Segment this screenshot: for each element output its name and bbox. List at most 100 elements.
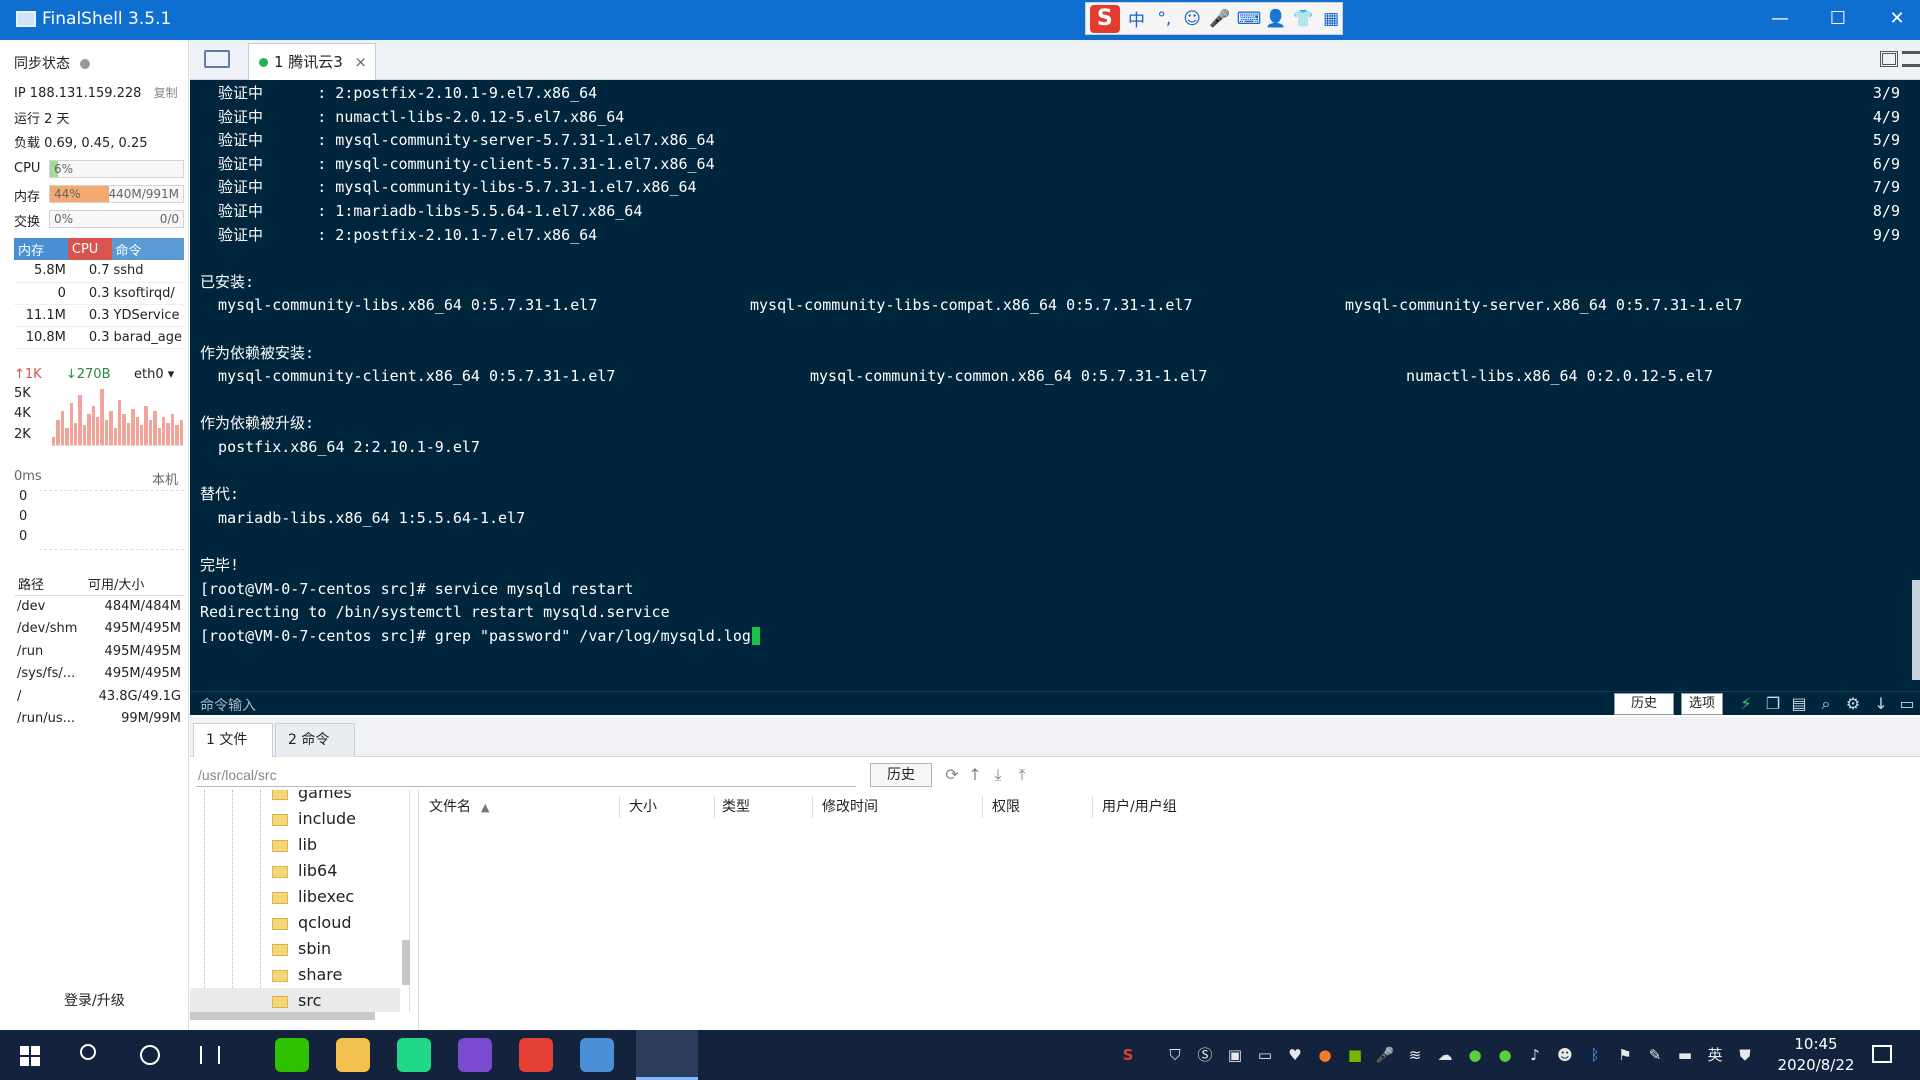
ime-keyboard-icon[interactable]: ⌨ <box>1237 9 1262 29</box>
chrome-app-icon[interactable] <box>519 1038 553 1072</box>
parent-dir-icon[interactable]: ↑ <box>965 765 985 785</box>
menu-icon[interactable] <box>1902 51 1920 67</box>
table-row[interactable]: /dev 484M/484M <box>14 595 184 618</box>
disk-header-path[interactable]: 路径 <box>14 573 84 596</box>
folder-open-icon[interactable] <box>204 50 230 68</box>
table-row[interactable]: 5.8M 0.7 sshd <box>14 260 184 283</box>
tray-input-icon[interactable]: 英 <box>1705 1045 1725 1065</box>
ime-voice-icon[interactable]: 🎤 <box>1209 9 1231 29</box>
tree-item-selected[interactable]: src <box>190 988 400 1012</box>
col-filename[interactable]: 文件名 ▲ <box>429 796 489 818</box>
search-icon[interactable]: ⌕ <box>1816 694 1836 714</box>
tree-item[interactable]: include <box>272 806 356 832</box>
tray-pen-icon[interactable]: ✎ <box>1645 1045 1665 1065</box>
copy-ip-link[interactable]: 复制 <box>154 86 178 100</box>
ime-user-icon[interactable]: 👤 <box>1265 9 1287 29</box>
layout-grid-icon[interactable] <box>1880 51 1898 67</box>
col-separator[interactable] <box>812 796 813 818</box>
tray-security-icon[interactable]: ⛊ <box>1735 1045 1755 1065</box>
tray-shield-icon[interactable]: ⛉ <box>1165 1045 1185 1065</box>
tray-app-icon[interactable]: ● <box>1315 1045 1335 1065</box>
login-upgrade-link[interactable]: 登录/升级 <box>64 990 125 1010</box>
tree-horizontal-scrollbar[interactable] <box>190 1012 375 1020</box>
path-history-button[interactable]: 历史 <box>870 763 932 787</box>
download-icon[interactable]: ↓ <box>1871 694 1891 714</box>
col-permissions[interactable]: 权限 <box>992 796 1020 818</box>
lightning-icon[interactable]: ⚡ <box>1736 694 1756 714</box>
notification-icon[interactable] <box>1872 1045 1892 1063</box>
tray-remote-icon[interactable]: ▣ <box>1225 1045 1245 1065</box>
wechat-app-icon[interactable] <box>275 1038 309 1072</box>
tray-monitor-icon[interactable]: ▭ <box>1255 1045 1275 1065</box>
proc-header-mem[interactable]: 内存 <box>14 238 68 260</box>
table-row[interactable]: /dev/shm 495M/495M <box>14 618 184 641</box>
clock-time[interactable]: 10:45 <box>1786 1035 1846 1053</box>
ime-emoji-icon[interactable]: ☺ <box>1181 9 1203 29</box>
file-list[interactable]: 文件名 ▲ 大小 类型 修改时间 权限 用户/用户组 <box>418 790 1920 1030</box>
download-file-icon[interactable]: ⤓ <box>988 765 1008 785</box>
ime-mode-icon[interactable]: 中 <box>1126 6 1148 31</box>
history-button[interactable]: 历史 <box>1614 693 1674 715</box>
tree-item[interactable]: lib <box>272 832 317 858</box>
tray-battery-icon[interactable]: ▬ <box>1675 1045 1695 1065</box>
ime-toolbar[interactable]: S 中 °, ☺ 🎤 ⌨ 👤 👕 ▦ <box>1085 2 1343 35</box>
disk-header-size[interactable]: 可用/大小 <box>84 573 184 596</box>
terminal[interactable]: 验证中 : 2:postfix-2.10.1-9.el7.x86_64 3/9 验… <box>190 80 1920 715</box>
tray-qq-icon[interactable]: ☻ <box>1555 1045 1575 1065</box>
tab-session[interactable]: 1 腾讯云3 × <box>248 43 376 80</box>
pycharm-app-icon[interactable] <box>397 1038 431 1072</box>
tray-wechat-icon[interactable]: ● <box>1465 1045 1485 1065</box>
ping-host[interactable]: 本机 <box>152 469 178 488</box>
tree-item[interactable]: qcloud <box>272 910 351 936</box>
table-row[interactable]: 10.8M 0.3 barad_age <box>14 326 184 349</box>
ime-toolbox-icon[interactable]: ▦ <box>1320 9 1342 29</box>
col-separator[interactable] <box>619 796 620 818</box>
gear-icon[interactable]: ⚙ <box>1843 694 1863 714</box>
path-input[interactable] <box>196 763 856 787</box>
tray-cloud-icon[interactable]: ☁ <box>1435 1045 1455 1065</box>
command-input-bar[interactable]: 命令输入 历史 选项 ⚡ ❐ ▤ ⌕ ⚙ ↓ ▭ <box>190 691 1920 715</box>
table-row[interactable]: 11.1M 0.3 YDService <box>14 304 184 327</box>
table-row[interactable]: /run/us... 99M/99M <box>14 708 184 731</box>
cortana-icon[interactable] <box>140 1045 160 1065</box>
app-blue-app-icon[interactable] <box>580 1038 614 1072</box>
tree-item[interactable]: sbin <box>272 936 331 962</box>
tree-item[interactable]: libexec <box>272 884 354 910</box>
proc-header-cmd[interactable]: 命令 <box>111 238 184 260</box>
ime-skin-icon[interactable]: 👕 <box>1293 9 1315 29</box>
tray-nvidia-icon[interactable]: ■ <box>1345 1045 1365 1065</box>
table-row[interactable]: 0 0.3 ksoftirqd/ <box>14 282 184 305</box>
col-separator[interactable] <box>714 796 715 818</box>
tab-files[interactable]: 1 文件 <box>193 723 273 757</box>
tab-commands[interactable]: 2 命令 <box>275 723 355 757</box>
tray-defender-icon[interactable]: ♥ <box>1285 1045 1305 1065</box>
tree-item[interactable]: share <box>272 962 342 988</box>
tray-network-icon[interactable]: ⚑ <box>1615 1045 1635 1065</box>
table-row[interactable]: /run 495M/495M <box>14 640 184 663</box>
tray-wifi-icon[interactable]: ≋ <box>1405 1045 1425 1065</box>
tray-bluetooth-icon[interactable]: ᛒ <box>1585 1045 1605 1065</box>
task-view-icon[interactable] <box>200 1046 220 1064</box>
close-button[interactable]: ✕ <box>1882 6 1912 32</box>
copy-icon[interactable]: ❐ <box>1763 694 1783 714</box>
upload-file-icon[interactable]: ⤒ <box>1012 765 1032 785</box>
search-icon[interactable] <box>80 1044 96 1060</box>
table-row[interactable]: /sys/fs/... 495M/495M <box>14 663 184 686</box>
tray-sogou-icon[interactable]: S <box>1118 1045 1138 1065</box>
table-row[interactable]: / 43.8G/49.1G <box>14 685 184 708</box>
sogou-logo-icon[interactable]: S <box>1090 4 1120 33</box>
tray-s-icon[interactable]: Ⓢ <box>1195 1045 1215 1065</box>
net-interface-select[interactable]: eth0 ▾ <box>134 367 174 382</box>
start-windows-icon[interactable] <box>20 1046 40 1066</box>
clock-date[interactable]: 2020/8/22 <box>1766 1056 1866 1074</box>
col-owner[interactable]: 用户/用户组 <box>1102 796 1177 818</box>
options-button[interactable]: 选项 <box>1681 693 1723 715</box>
paste-icon[interactable]: ▤ <box>1789 694 1809 714</box>
app-purple-app-icon[interactable] <box>458 1038 492 1072</box>
col-size[interactable]: 大小 <box>629 796 657 818</box>
tree-item[interactable]: games <box>272 790 352 806</box>
tree-vertical-scrollbar[interactable] <box>402 940 410 985</box>
explorer-app-icon[interactable] <box>336 1038 370 1072</box>
col-type[interactable]: 类型 <box>722 796 750 818</box>
maximize-panel-icon[interactable]: ▭ <box>1897 694 1917 714</box>
